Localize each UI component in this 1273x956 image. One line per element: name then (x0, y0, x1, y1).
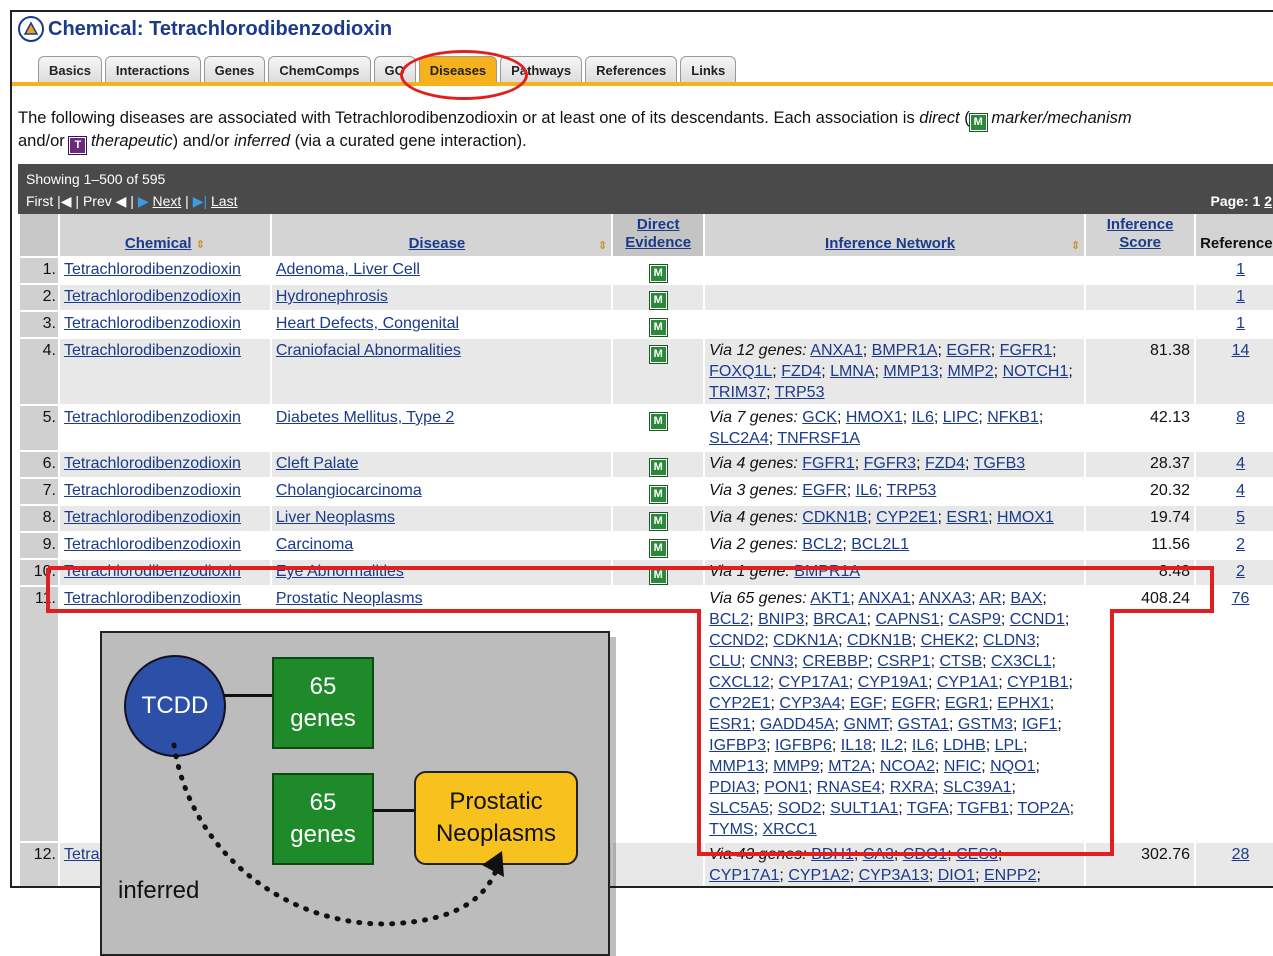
inferred-arrow (171, 742, 504, 927)
inferred-label: inferred (118, 877, 200, 904)
inference-diagram: TCDD 65 genes 65 genes Prostatic Neoplas… (100, 631, 610, 956)
